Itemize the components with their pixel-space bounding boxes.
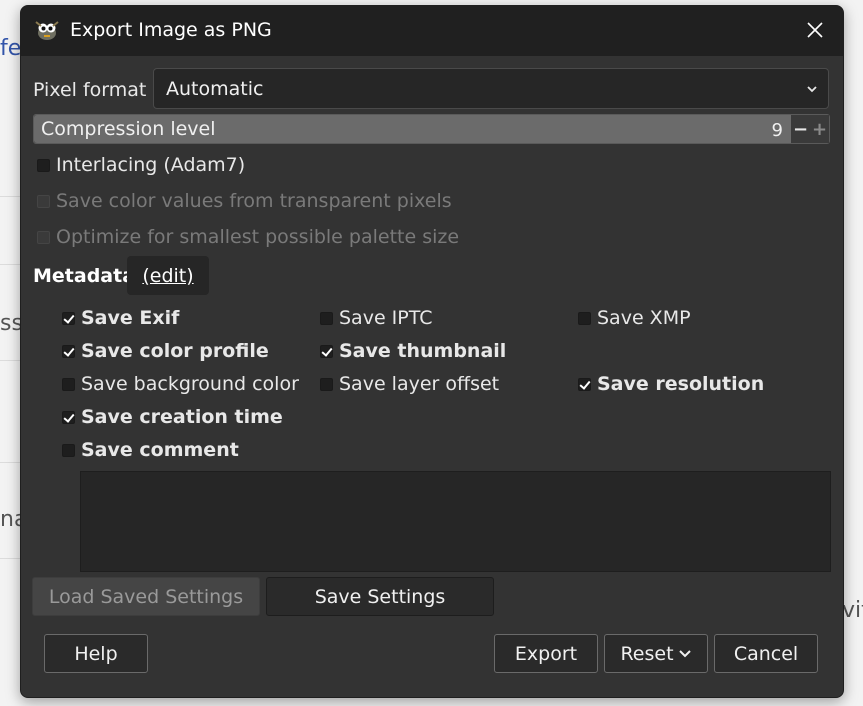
background-divider bbox=[0, 196, 20, 197]
compression-level-value: 9 bbox=[771, 120, 783, 141]
save-creation-time-checkbox[interactable]: Save creation time bbox=[62, 406, 283, 428]
checkbox-box bbox=[62, 311, 75, 325]
checkbox-box bbox=[62, 377, 75, 391]
save-comment-checkbox[interactable]: Save comment bbox=[62, 439, 239, 461]
checkbox-label: Save Exif bbox=[81, 307, 180, 329]
checkbox-label: Save color values from transparent pixel… bbox=[56, 190, 452, 212]
checkbox-box bbox=[320, 344, 333, 358]
checkbox-box bbox=[37, 194, 50, 208]
checkbox-label: Optimize for smallest possible palette s… bbox=[56, 226, 460, 248]
checkbox-label: Save XMP bbox=[597, 307, 691, 329]
checkbox-box bbox=[320, 311, 333, 325]
background-divider bbox=[0, 558, 20, 559]
save-iptc-checkbox[interactable]: Save IPTC bbox=[320, 307, 433, 329]
compression-level-label: Compression level bbox=[41, 118, 216, 140]
pixel-format-value: Automatic bbox=[166, 78, 264, 100]
save-resolution-checkbox[interactable]: Save resolution bbox=[578, 373, 764, 395]
save-color-profile-checkbox[interactable]: Save color profile bbox=[62, 340, 269, 362]
increment-button[interactable]: + bbox=[810, 115, 829, 143]
background-divider bbox=[0, 462, 20, 463]
save-exif-checkbox[interactable]: Save Exif bbox=[62, 307, 179, 329]
checkbox-box bbox=[62, 410, 75, 424]
checkbox-label: Save background color bbox=[81, 373, 299, 395]
pixel-format-label: Pixel format bbox=[33, 79, 147, 101]
checkbox-box bbox=[578, 377, 591, 391]
optimize-palette-checkbox[interactable]: Optimize for smallest possible palette s… bbox=[37, 226, 459, 248]
comment-textarea[interactable] bbox=[80, 471, 831, 572]
close-button[interactable] bbox=[801, 16, 829, 44]
save-layer-offset-checkbox[interactable]: Save layer offset bbox=[320, 373, 499, 395]
checkbox-label: Save resolution bbox=[597, 373, 765, 395]
plus-icon: + bbox=[811, 118, 828, 140]
save-xmp-checkbox[interactable]: Save XMP bbox=[578, 307, 691, 329]
save-transparent-colors-checkbox[interactable]: Save color values from transparent pixel… bbox=[37, 190, 452, 212]
gimp-icon bbox=[33, 18, 61, 42]
checkbox-box bbox=[62, 443, 75, 457]
checkbox-label: Save color profile bbox=[81, 340, 269, 362]
checkbox-label: Save thumbnail bbox=[339, 340, 507, 362]
export-dialog: Export Image as PNG Pixel format Automat… bbox=[20, 5, 844, 698]
close-icon bbox=[807, 22, 823, 38]
save-thumbnail-checkbox[interactable]: Save thumbnail bbox=[320, 340, 506, 362]
decrement-button[interactable]: − bbox=[791, 115, 810, 143]
background-text-fragment: vit bbox=[842, 598, 863, 623]
edit-metadata-button[interactable]: (edit) bbox=[127, 256, 209, 295]
checkbox-box bbox=[320, 377, 333, 391]
background-divider bbox=[0, 360, 20, 361]
metadata-label: Metadata bbox=[33, 265, 136, 287]
save-settings-button[interactable]: Save Settings bbox=[266, 577, 494, 616]
chevron-down-icon bbox=[807, 86, 817, 93]
checkbox-label: Save comment bbox=[81, 439, 239, 461]
dialog-title: Export Image as PNG bbox=[70, 19, 272, 41]
compression-level-scale[interactable]: Compression level 9 − + bbox=[33, 114, 830, 144]
chevron-down-icon bbox=[678, 649, 691, 657]
checkbox-label: Save layer offset bbox=[339, 373, 500, 395]
checkbox-label: Interlacing (Adam7) bbox=[56, 154, 246, 176]
load-saved-settings-button[interactable]: Load Saved Settings bbox=[32, 577, 260, 616]
save-background-color-checkbox[interactable]: Save background color bbox=[62, 373, 299, 395]
cancel-button[interactable]: Cancel bbox=[714, 634, 818, 673]
export-button[interactable]: Export bbox=[494, 634, 598, 673]
reset-button[interactable]: Reset bbox=[604, 634, 708, 673]
reset-label: Reset bbox=[620, 642, 674, 665]
checkbox-box bbox=[37, 158, 50, 172]
checkbox-box bbox=[37, 230, 50, 244]
help-button[interactable]: Help bbox=[44, 634, 148, 673]
checkbox-box bbox=[62, 344, 75, 358]
pixel-format-select[interactable]: Automatic bbox=[153, 68, 829, 109]
background-divider bbox=[0, 264, 20, 265]
minus-icon: − bbox=[792, 118, 809, 140]
checkbox-label: Save creation time bbox=[81, 406, 283, 428]
background-text-fragment: fe bbox=[0, 36, 22, 61]
dialog-titlebar: Export Image as PNG bbox=[21, 6, 843, 56]
checkbox-box bbox=[578, 311, 591, 325]
checkbox-label: Save IPTC bbox=[339, 307, 433, 329]
interlacing-checkbox[interactable]: Interlacing (Adam7) bbox=[37, 154, 245, 176]
